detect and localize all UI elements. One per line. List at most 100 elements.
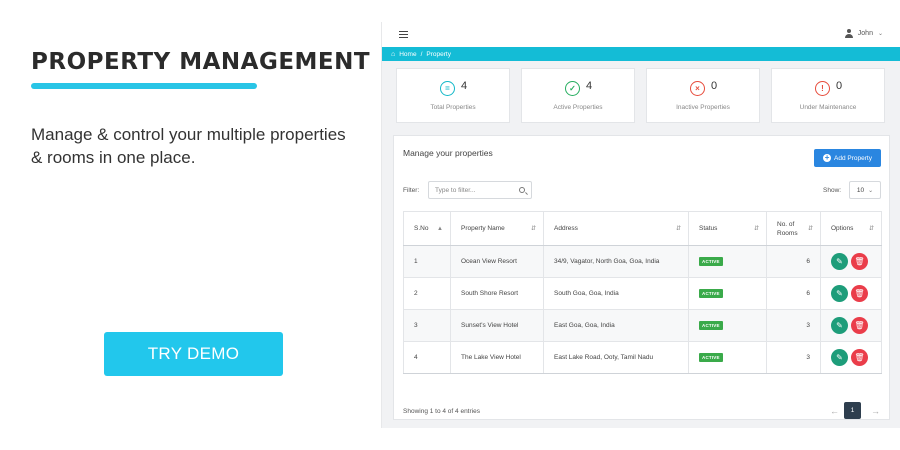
cell-status: ACTIVE: [688, 309, 767, 342]
breadcrumb: ⌂ Home / Property: [382, 47, 900, 61]
delete-button[interactable]: 🗑: [851, 253, 868, 270]
x-circle-icon: ×: [690, 81, 705, 96]
pencil-icon: ✎: [836, 321, 843, 330]
cell-sno: 1: [403, 245, 451, 278]
chevron-down-icon: ⌄: [868, 187, 874, 194]
delete-button[interactable]: 🗑: [851, 285, 868, 302]
edit-button[interactable]: ✎: [831, 285, 848, 302]
app-preview: John ⌄ ⌂ Home / Property = 4 Total Prope…: [381, 22, 900, 428]
cell-address: South Goa, Goa, India: [543, 277, 689, 310]
title-underline: [31, 83, 257, 89]
table-row: 1 Ocean View Resort 34/9, Vagator, North…: [403, 245, 882, 278]
delete-button[interactable]: 🗑: [851, 349, 868, 366]
cell-rooms: 6: [766, 277, 821, 310]
breadcrumb-home[interactable]: Home: [399, 51, 416, 58]
pencil-icon: ✎: [836, 353, 843, 362]
card-title: Manage your properties: [403, 148, 493, 158]
pagination-page-1[interactable]: 1: [844, 402, 861, 419]
cell-rooms: 3: [766, 309, 821, 342]
cell-status: ACTIVE: [688, 341, 767, 374]
top-navbar: John ⌄: [382, 22, 900, 47]
page-size-select[interactable]: 10 ⌄: [849, 181, 881, 199]
filter-input[interactable]: [428, 181, 532, 199]
cell-property-name: Sunset's View Hotel: [450, 309, 544, 342]
stat-card-maintenance: ! 0 Under Maintenance: [771, 68, 885, 123]
sort-icon: ⇵: [868, 225, 874, 232]
pencil-icon: ✎: [836, 289, 843, 298]
cell-status: ACTIVE: [688, 277, 767, 310]
stat-card-active: ✓ 4 Active Properties: [521, 68, 635, 123]
stat-label: Total Properties: [430, 104, 476, 111]
page-size-value: 10: [856, 186, 865, 194]
status-badge: ACTIVE: [699, 257, 723, 266]
cell-rooms: 3: [766, 341, 821, 374]
add-property-button[interactable]: + Add Property: [814, 149, 881, 167]
user-name: John: [857, 30, 873, 37]
breadcrumb-current: Property: [426, 50, 451, 58]
entries-info: Showing 1 to 4 of 4 entries: [403, 408, 480, 415]
stat-card-total: = 4 Total Properties: [396, 68, 510, 123]
edit-button[interactable]: ✎: [831, 349, 848, 366]
stat-value: 4: [586, 80, 593, 92]
trash-icon: 🗑: [854, 353, 865, 362]
table-row: 4 The Lake View Hotel East Lake Road, Oo…: [403, 341, 882, 374]
cell-options: ✎ 🗑: [820, 277, 882, 310]
stat-card-inactive: × 0 Inactive Properties: [646, 68, 760, 123]
breadcrumb-separator: /: [420, 50, 423, 58]
stat-label: Active Properties: [553, 104, 603, 111]
table-row: 3 Sunset's View Hotel East Goa, Goa, Ind…: [403, 309, 882, 342]
cell-options: ✎ 🗑: [820, 309, 882, 342]
cell-options: ✎ 🗑: [820, 245, 882, 278]
cell-status: ACTIVE: [688, 245, 767, 278]
column-header-name[interactable]: Property Name ⇵: [450, 211, 544, 246]
try-demo-button[interactable]: TRY DEMO: [104, 332, 283, 376]
cell-address: East Goa, Goa, India: [543, 309, 689, 342]
cell-sno: 2: [403, 277, 451, 310]
pagination-next-icon[interactable]: →: [871, 406, 880, 416]
sort-asc-icon: ▲: [437, 225, 443, 232]
search-icon: [519, 187, 525, 193]
stat-value: 0: [711, 80, 718, 92]
user-menu[interactable]: John ⌄: [844, 29, 883, 38]
stat-label: Inactive Properties: [676, 104, 730, 111]
sort-icon: ⇵: [753, 225, 759, 232]
pagination-prev-icon[interactable]: ←: [830, 406, 839, 416]
cell-options: ✎ 🗑: [820, 341, 882, 374]
cell-sno: 4: [403, 341, 451, 374]
stat-label: Under Maintenance: [799, 104, 857, 111]
column-header-sno[interactable]: S.No ▲: [403, 211, 451, 246]
trash-icon: 🗑: [854, 257, 865, 266]
column-header-rooms[interactable]: No. of Rooms ⇵: [766, 211, 821, 246]
properties-card: Manage your properties + Add Property Fi…: [393, 135, 890, 420]
status-badge: ACTIVE: [699, 289, 723, 298]
table-row: 2 South Shore Resort South Goa, Goa, Ind…: [403, 277, 882, 310]
equals-circle-icon: =: [440, 81, 455, 96]
status-badge: ACTIVE: [699, 353, 723, 362]
cell-rooms: 6: [766, 245, 821, 278]
chevron-down-icon: ⌄: [877, 31, 883, 37]
edit-button[interactable]: ✎: [831, 253, 848, 270]
column-header-status[interactable]: Status ⇵: [688, 211, 767, 246]
status-badge: ACTIVE: [699, 321, 723, 330]
home-icon: ⌂: [391, 50, 396, 58]
properties-table: S.No ▲ Property Name ⇵ Address ⇵ Status ⇵ No…: [403, 211, 882, 374]
delete-button[interactable]: 🗑: [851, 317, 868, 334]
add-property-label: Add Property: [834, 154, 872, 162]
cell-property-name: Ocean View Resort: [450, 245, 544, 278]
filter-label: Filter:: [403, 187, 420, 194]
column-header-options[interactable]: Options ⇵: [820, 211, 882, 246]
promo-description: Manage & control your multiple propertie…: [31, 125, 346, 167]
edit-button[interactable]: ✎: [831, 317, 848, 334]
hamburger-menu-icon[interactable]: [399, 31, 408, 38]
pencil-icon: ✎: [836, 257, 843, 266]
column-header-address[interactable]: Address ⇵: [543, 211, 689, 246]
trash-icon: 🗑: [854, 321, 865, 330]
stat-value: 4: [461, 80, 468, 92]
exclamation-circle-icon: !: [815, 81, 830, 96]
cell-address: East Lake Road, Ooty, Tamil Nadu: [543, 341, 689, 374]
cell-sno: 3: [403, 309, 451, 342]
sort-icon: ⇵: [807, 225, 813, 232]
cell-property-name: South Shore Resort: [450, 277, 544, 310]
cell-property-name: The Lake View Hotel: [450, 341, 544, 374]
sort-icon: ⇵: [530, 225, 536, 232]
